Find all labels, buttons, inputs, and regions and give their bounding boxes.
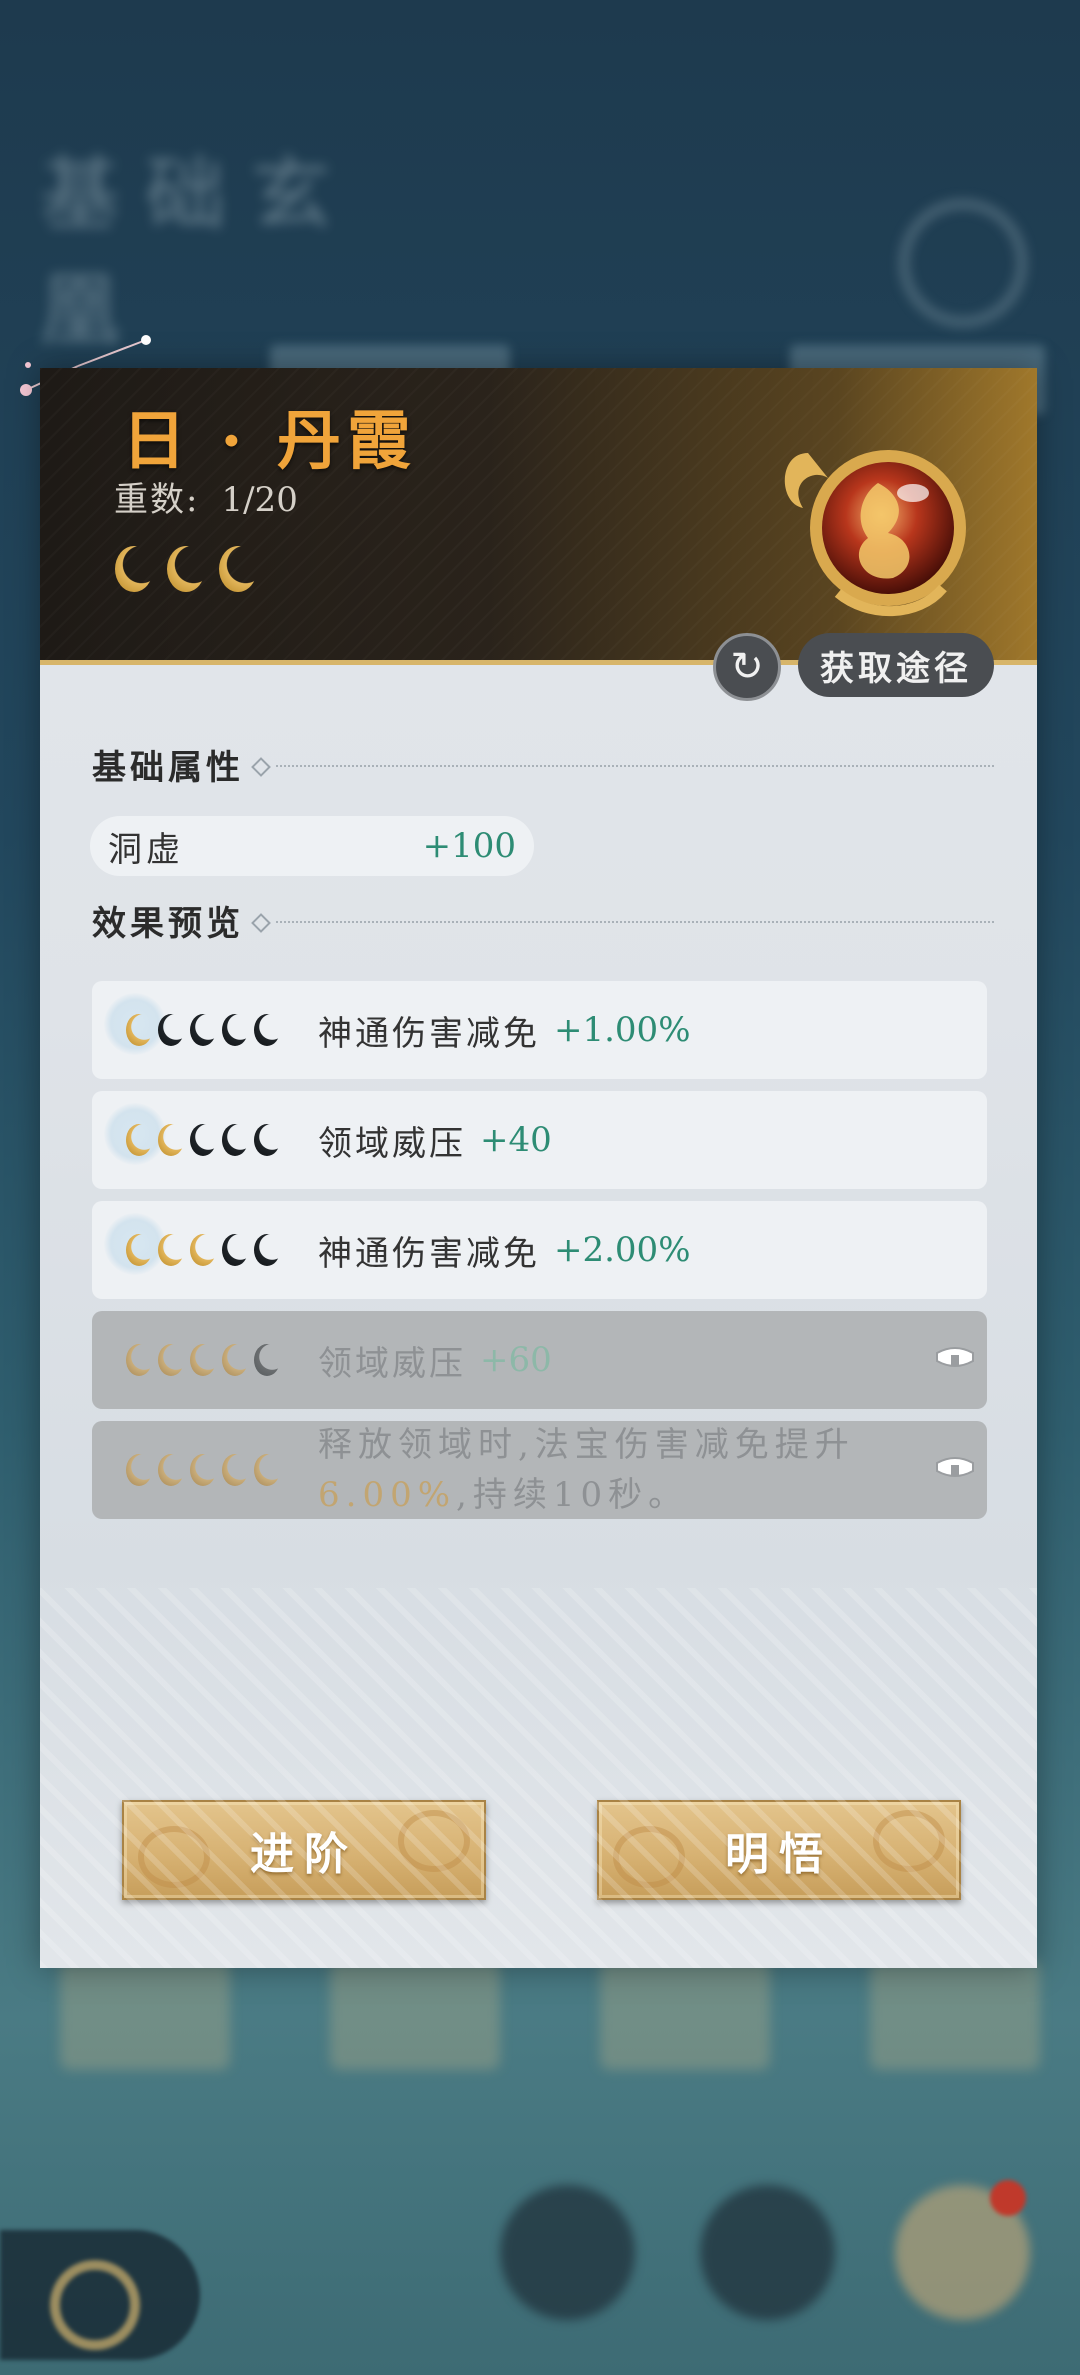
effect-desc: 神通伤害减免 bbox=[318, 1233, 540, 1274]
moon-star-icon bbox=[167, 546, 205, 592]
effect-row: 领域威压 +40 bbox=[92, 1091, 987, 1189]
source-button[interactable]: 获取途径 bbox=[798, 633, 994, 697]
effect-desc: 领域威压 bbox=[318, 1123, 466, 1164]
effect-list: 神通伤害减免 +1.00% 领域威压 +40 神通伤害减免 +2.00% 领域威… bbox=[92, 981, 987, 1531]
treasure-orb-icon bbox=[784, 450, 966, 617]
moon-star-icon bbox=[158, 1014, 184, 1046]
effect-value: +1.00% bbox=[554, 1010, 691, 1050]
comprehend-label: 明悟 bbox=[725, 1829, 833, 1880]
base-attributes-title: 基础属性 bbox=[92, 748, 244, 788]
background-title: 基 础 玄 凰 bbox=[40, 148, 331, 357]
moon-star-icon bbox=[190, 1234, 216, 1266]
effect-row-locked: 领域威压 +60 bbox=[92, 1311, 987, 1409]
effect-value: +2.00% bbox=[554, 1230, 691, 1270]
back-button[interactable] bbox=[0, 2230, 200, 2360]
effect-row: 神通伤害减免 +2.00% bbox=[92, 1201, 987, 1299]
section-divider bbox=[254, 914, 994, 928]
lock-icon bbox=[936, 1457, 974, 1477]
layer-value: 1/20 bbox=[221, 480, 298, 520]
section-divider bbox=[254, 758, 994, 772]
effect-value: +40 bbox=[480, 1120, 552, 1160]
moon-star-icon bbox=[254, 1454, 280, 1486]
advance-label: 进阶 bbox=[250, 1829, 358, 1880]
swirl-decoration bbox=[138, 1826, 210, 1888]
moon-star-icon bbox=[254, 1124, 280, 1156]
background-cards bbox=[60, 1960, 1040, 2070]
moon-star-icon bbox=[126, 1234, 152, 1266]
effect-row: 神通伤害减免 +1.00% bbox=[92, 981, 987, 1079]
moon-star-icon bbox=[222, 1344, 248, 1376]
star-level bbox=[126, 1344, 312, 1376]
effect-desc-highlight: 6.00% bbox=[318, 1475, 457, 1515]
effect-desc-line1: 释放领域时,法宝伤害减免提升 bbox=[318, 1425, 855, 1465]
layer-info: 重数: 1/20 bbox=[114, 472, 298, 521]
moon-star-icon bbox=[126, 1344, 152, 1376]
star-level bbox=[126, 1234, 312, 1266]
effect-long-desc: 释放领域时,法宝伤害减免提升 6.00%,持续10秒。 bbox=[318, 1420, 918, 1520]
base-stat-row: 洞虚 +100 bbox=[90, 816, 534, 876]
notification-dot bbox=[990, 2180, 1026, 2216]
star-level bbox=[126, 1014, 312, 1046]
moon-star-icon bbox=[222, 1234, 248, 1266]
swirl-decoration bbox=[613, 1826, 685, 1888]
effect-value: +60 bbox=[480, 1340, 552, 1380]
moon-star-icon bbox=[254, 1234, 280, 1266]
refresh-icon: ↻ bbox=[730, 644, 764, 690]
moon-star-icon bbox=[158, 1124, 184, 1156]
effect-preview-header: 效果预览 bbox=[92, 896, 994, 945]
effect-desc-line2: ,持续10秒。 bbox=[456, 1475, 689, 1515]
star-level bbox=[126, 1454, 312, 1486]
effect-desc: 领域威压 bbox=[318, 1343, 466, 1384]
moon-star-icon bbox=[254, 1014, 280, 1046]
moon-star-icon bbox=[126, 1124, 152, 1156]
effect-row-locked: 释放领域时,法宝伤害减免提升 6.00%,持续10秒。 bbox=[92, 1421, 987, 1519]
layer-label: 重数: bbox=[114, 480, 200, 520]
effect-preview-title: 效果预览 bbox=[92, 904, 244, 944]
moon-star-icon bbox=[190, 1344, 216, 1376]
back-icon bbox=[50, 2260, 140, 2350]
moon-star-icon bbox=[126, 1454, 152, 1486]
swirl-decoration bbox=[873, 1810, 945, 1872]
moon-star-icon bbox=[254, 1344, 280, 1376]
moon-star-icon bbox=[115, 546, 153, 592]
background-icon bbox=[900, 200, 1026, 326]
moon-star-icon bbox=[222, 1014, 248, 1046]
moon-star-icon bbox=[222, 1454, 248, 1486]
item-title: 日 · 丹霞 bbox=[122, 404, 417, 479]
moon-star-icon bbox=[190, 1454, 216, 1486]
background-button bbox=[700, 2185, 835, 2320]
moon-star-icon bbox=[126, 1014, 152, 1046]
moon-star-icon bbox=[190, 1014, 216, 1046]
moon-star-icon bbox=[190, 1124, 216, 1156]
lock-icon bbox=[936, 1347, 974, 1367]
moon-star-icon bbox=[158, 1234, 184, 1266]
moon-star-icon bbox=[222, 1124, 248, 1156]
star-level bbox=[126, 1124, 312, 1156]
panel-header: 日 · 丹霞 重数: 1/20 bbox=[40, 368, 1037, 665]
moon-star-icon bbox=[158, 1344, 184, 1376]
stat-name: 洞虚 bbox=[108, 829, 184, 870]
moon-star-icon bbox=[158, 1454, 184, 1486]
advance-button[interactable]: 进阶 bbox=[122, 1800, 486, 1900]
swirl-decoration bbox=[398, 1810, 470, 1872]
comprehend-button[interactable]: 明悟 bbox=[597, 1800, 961, 1900]
background-button bbox=[500, 2185, 635, 2320]
star-rating bbox=[115, 546, 257, 592]
treasure-detail-panel: 日 · 丹霞 重数: 1/20 ↻ 获取途径 基础属性 洞虚 +100 效果预览… bbox=[40, 368, 1037, 1968]
effect-desc: 神通伤害减免 bbox=[318, 1013, 540, 1054]
stat-value: +100 bbox=[422, 826, 516, 866]
moon-star-icon bbox=[219, 546, 257, 592]
base-attributes-header: 基础属性 bbox=[92, 740, 994, 789]
refresh-button[interactable]: ↻ bbox=[713, 633, 781, 701]
